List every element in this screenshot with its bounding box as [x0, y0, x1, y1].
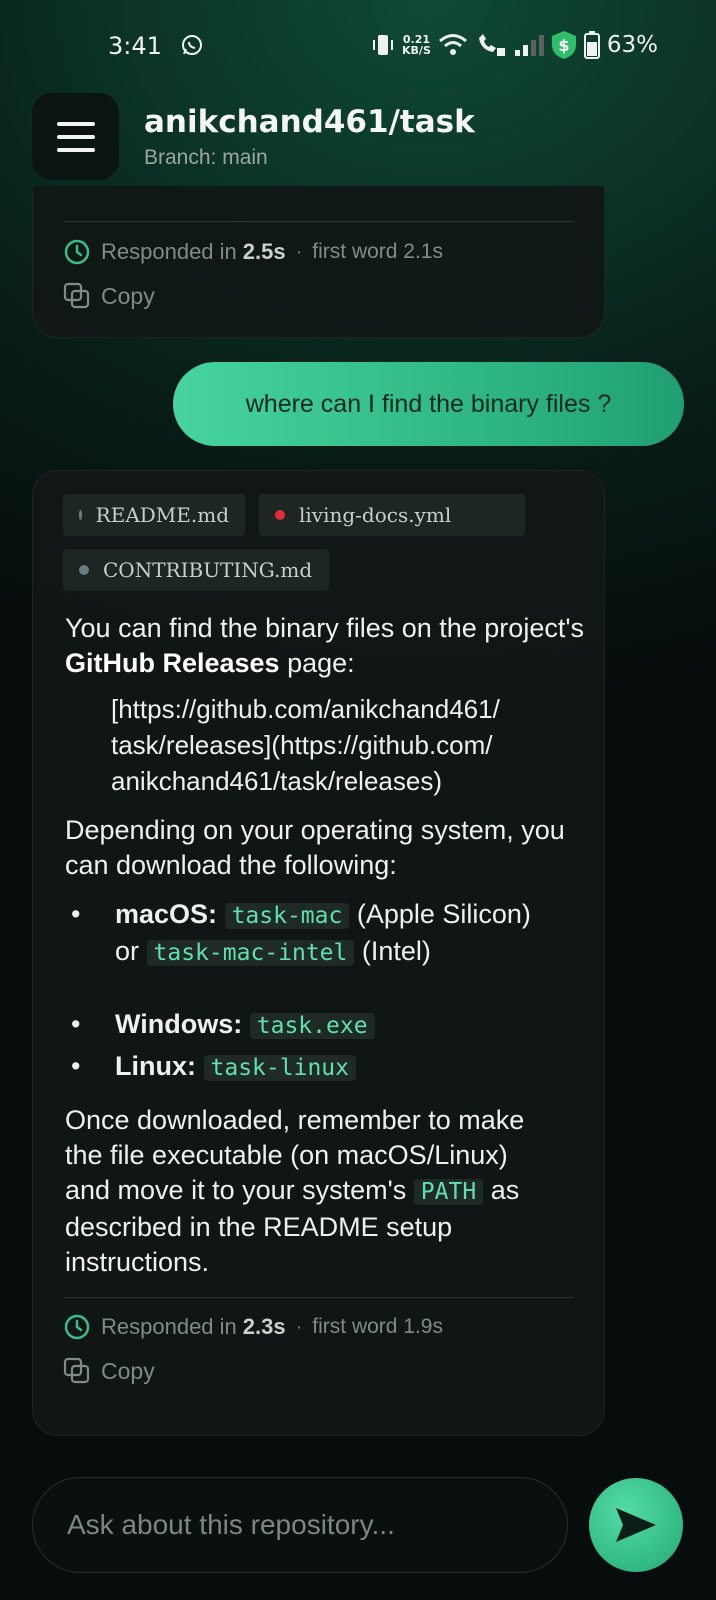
divider	[63, 1297, 574, 1298]
file-status-dot	[79, 510, 82, 520]
list-item-macos: • macOS: task-mac (Apple Silicon) or tas…	[71, 899, 531, 966]
list-item-linux: • Linux: task-linux	[65, 1049, 585, 1085]
clock-icon	[64, 239, 90, 265]
response-intro: You can find the binary files on the pro…	[65, 613, 584, 678]
assistant-response-card: README.md living-docs.yml CONTRIBUTING.m…	[32, 470, 605, 1436]
divider	[63, 221, 574, 222]
file-status-dot	[275, 510, 285, 520]
code-task-linux: task-linux	[203, 1055, 356, 1081]
clock-icon	[64, 1314, 90, 1340]
response-depending: Depending on your operating system, you …	[65, 815, 565, 880]
file-status-dot	[79, 565, 89, 575]
vibrate-icon	[373, 35, 394, 55]
file-chip-readme[interactable]: README.md	[63, 494, 245, 536]
signal-icon	[514, 35, 544, 56]
branch-label: Branch: main	[144, 146, 268, 169]
code-task-mac: task-mac	[224, 903, 350, 929]
question-input[interactable]	[32, 1477, 568, 1573]
code-task-mac-intel: task-mac-intel	[146, 940, 355, 966]
user-message-bubble: where can I find the binary files ?	[173, 362, 684, 446]
copy-icon	[63, 282, 90, 309]
response-outro: Once downloaded, remember to make the fi…	[65, 1105, 525, 1277]
file-chip-contributing[interactable]: CONTRIBUTING.md	[63, 549, 329, 591]
send-button[interactable]	[589, 1478, 683, 1572]
repo-title: anikchand461/task	[144, 104, 475, 140]
menu-icon	[56, 121, 95, 126]
list-item-windows: • Windows: task.exe	[65, 1007, 585, 1043]
status-bar: 3:41 0.21 KB/S $ 63%	[0, 0, 716, 90]
copy-icon	[63, 1357, 90, 1384]
status-icons: 0.21 KB/S $ 63%	[371, 28, 658, 62]
response-meta: Responded in 2.5s · first word 2.1s	[63, 238, 443, 266]
svg-text:$: $	[558, 36, 569, 55]
battery-icon	[583, 31, 600, 59]
send-icon	[616, 1508, 656, 1542]
releases-link[interactable]: [https://github.com/anikchand461/ task/r…	[111, 691, 581, 799]
security-shield-icon: $	[551, 31, 576, 59]
net-speed: 0.21 KB/S	[402, 33, 431, 57]
whatsapp-icon	[182, 35, 202, 55]
status-time: 3:41	[108, 32, 162, 60]
code-path: PATH	[413, 1179, 484, 1205]
copy-button[interactable]: Copy	[63, 282, 155, 310]
file-chip-living-docs[interactable]: living-docs.yml	[259, 494, 525, 536]
battery-percent: 63%	[606, 32, 658, 58]
previous-response-card: Responded in 2.5s · first word 2.1s Copy	[32, 186, 605, 338]
wifi-icon	[438, 34, 467, 55]
copy-button[interactable]: Copy	[63, 1357, 155, 1385]
menu-button[interactable]	[32, 93, 119, 180]
wifi-call-icon	[478, 34, 505, 56]
response-meta: Responded in 2.3s · first word 1.9s	[63, 1313, 443, 1341]
code-task-exe: task.exe	[249, 1013, 375, 1039]
